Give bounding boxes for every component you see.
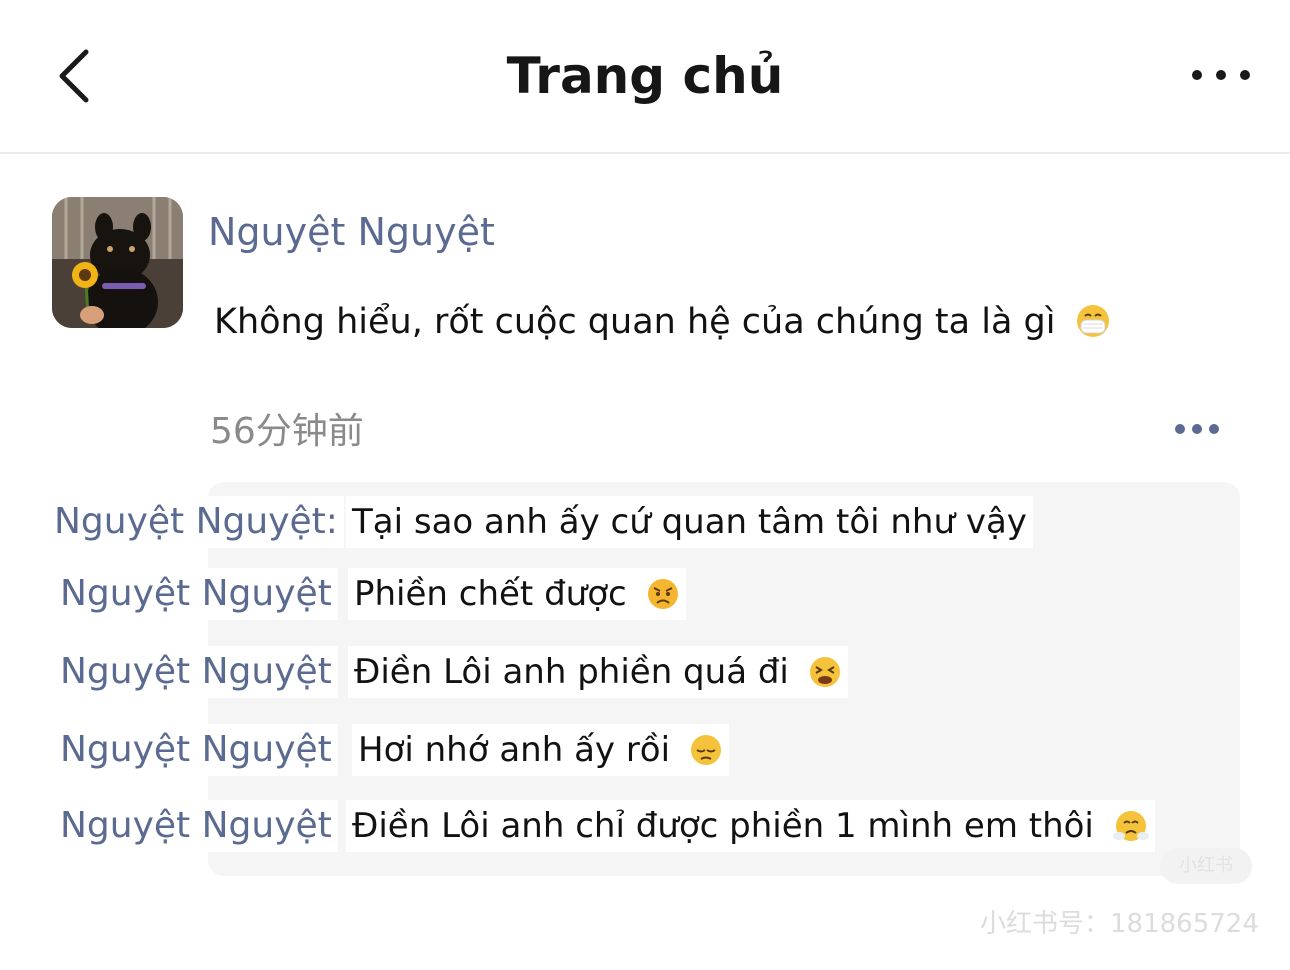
comment-row: Nguyệt Nguyệt Phiền chết được (0, 568, 1290, 622)
comment-text-content: Hơi nhớ anh ấy rồi (358, 730, 671, 770)
comment-row: Nguyệt Nguyệt Điền Lôi anh chỉ được phiề… (0, 800, 1290, 854)
more-horizontal-icon (1192, 70, 1250, 80)
comment-author-name[interactable]: Nguyệt Nguyệt: (54, 496, 344, 548)
comment-row: Nguyệt Nguyệt Điền Lôi anh phiền quá đi (0, 646, 1290, 700)
watermark-badge: 小红书 (1160, 848, 1252, 884)
more-options-button[interactable] (1186, 58, 1256, 92)
comment-text: Điền Lôi anh chỉ được phiền 1 mình em th… (346, 800, 1155, 852)
comment-text-content: Điền Lôi anh chỉ được phiền 1 mình em th… (352, 806, 1094, 846)
comment-row: Nguyệt Nguyệt Hơi nhớ anh ấy rồi (0, 724, 1290, 778)
comment-author-name[interactable]: Nguyệt Nguyệt (60, 724, 338, 776)
page-title: Trang chủ (506, 47, 784, 105)
comment-author-name[interactable]: Nguyệt Nguyệt (60, 800, 338, 852)
comment-text: Phiền chết được (348, 568, 686, 620)
comment-text-content: Tại sao anh ấy cứ quan tâm tôi như vậy (352, 502, 1027, 542)
post-timestamp: 56分钟前 (210, 411, 364, 452)
tired-face-emoji (808, 652, 842, 704)
comment-author-name[interactable]: Nguyệt Nguyệt (60, 568, 338, 620)
comment-text: Hơi nhớ anh ấy rồi (352, 724, 729, 776)
post-author-name[interactable]: Nguyệt Nguyệt (208, 206, 495, 258)
comment-text-content: Điền Lôi anh phiền quá đi (354, 652, 789, 692)
comment-text: Tại sao anh ấy cứ quan tâm tôi như vậy (346, 496, 1033, 548)
more-horizontal-icon (1175, 424, 1219, 434)
angry-face-emoji (646, 574, 680, 626)
watermark-id: 小红书号：181865724 (980, 909, 1259, 939)
dog-with-sunflower-avatar (52, 197, 183, 328)
comment-text-content: Phiền chết được (354, 574, 627, 614)
face-with-medical-mask-emoji (1075, 302, 1111, 354)
comment-row: Nguyệt Nguyệt: Tại sao anh ấy cứ quan tâ… (0, 496, 1290, 550)
face-with-steam-emoji (1112, 806, 1149, 858)
top-nav-bar: Trang chủ (0, 0, 1290, 154)
comment-text: Điền Lôi anh phiền quá đi (348, 646, 848, 698)
avatar[interactable] (52, 197, 183, 328)
pensive-face-emoji (689, 730, 723, 782)
post-text-content: Không hiểu, rốt cuộc quan hệ của chúng t… (214, 302, 1056, 342)
post-more-button[interactable] (1166, 414, 1228, 444)
comment-author-name[interactable]: Nguyệt Nguyệt (60, 646, 338, 698)
post-text: Không hiểu, rốt cuộc quan hệ của chúng t… (214, 296, 1111, 354)
